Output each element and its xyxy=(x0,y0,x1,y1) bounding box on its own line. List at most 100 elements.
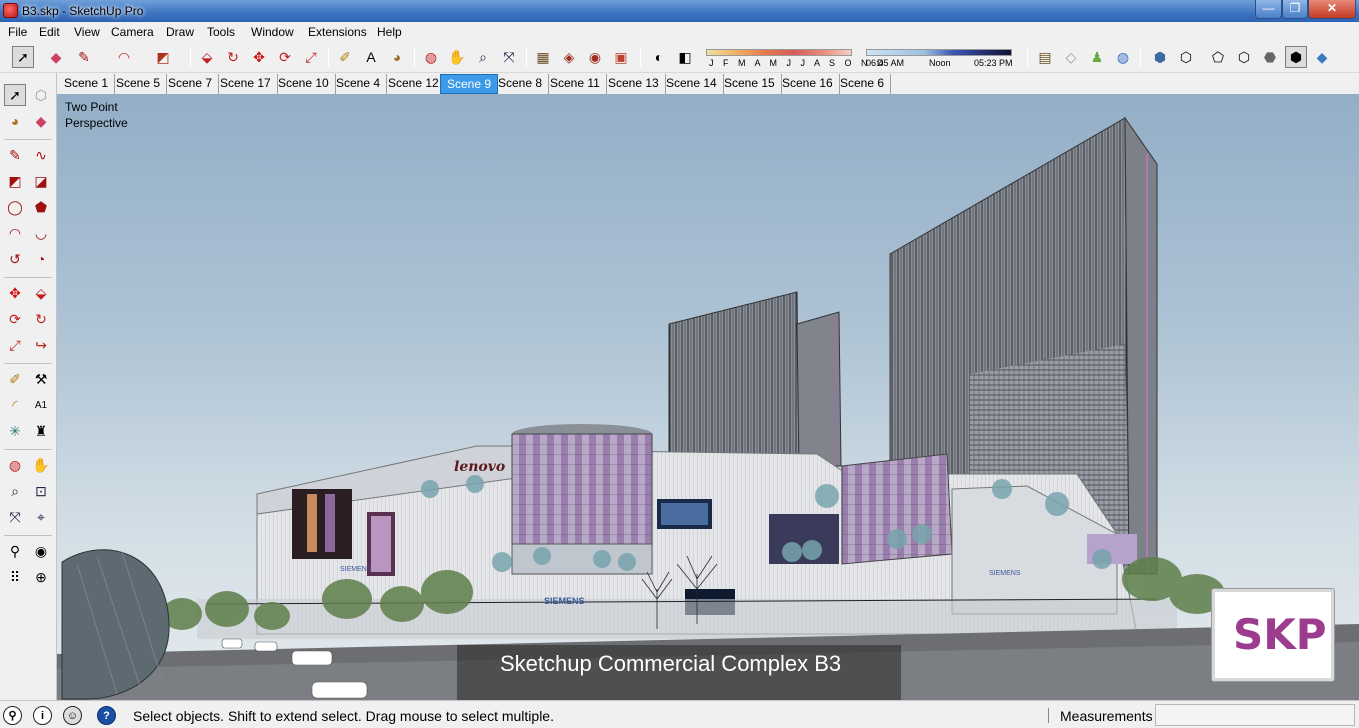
menu-tools[interactable]: Tools xyxy=(207,25,235,39)
look-around-icon[interactable]: ◉ xyxy=(30,540,52,562)
tab-scene-6[interactable]: Scene 6 xyxy=(834,74,892,94)
orbit-icon[interactable]: ◍ xyxy=(420,46,442,68)
menu-draw[interactable]: Draw xyxy=(166,25,194,39)
text-tool-icon[interactable]: A xyxy=(360,46,382,68)
geo-location-icon[interactable]: ⚲ xyxy=(3,706,22,725)
tab-scene-1[interactable]: Scene 1 xyxy=(58,74,116,94)
push-pull-icon[interactable]: ⬙ xyxy=(30,282,52,304)
measurements-input[interactable] xyxy=(1155,704,1355,726)
tape-measure-icon[interactable]: ✐ xyxy=(4,368,26,390)
two-point-arc-icon[interactable]: ◡ xyxy=(30,222,52,244)
pan-icon[interactable]: ✋ xyxy=(30,454,52,476)
previous-view-icon[interactable]: ⌖ xyxy=(30,506,52,528)
line-icon[interactable]: ✎ xyxy=(4,144,26,166)
eraser-icon[interactable]: ◆ xyxy=(45,46,67,68)
zoom-icon[interactable]: ⌕ xyxy=(472,46,494,68)
text-icon[interactable]: A1 xyxy=(30,394,52,416)
tab-scene-17[interactable]: Scene 17 xyxy=(214,74,278,94)
tab-scene-9[interactable]: Scene 9 xyxy=(440,74,499,94)
menu-window[interactable]: Window xyxy=(251,25,294,39)
paint-bucket-icon[interactable]: ◕ xyxy=(386,46,408,68)
zoom-icon[interactable]: ⌕ xyxy=(4,480,26,502)
textured-style-icon[interactable]: ⬢ xyxy=(1285,46,1307,68)
display-shadows-icon[interactable]: ◧ xyxy=(674,46,696,68)
paint-bucket-icon[interactable]: ◕ xyxy=(4,110,26,132)
shadow-date-slider[interactable] xyxy=(706,49,852,56)
move-icon[interactable]: ✥ xyxy=(4,282,26,304)
push-pull-icon[interactable]: ⬙ xyxy=(196,46,218,68)
tab-scene-5[interactable]: Scene 5 xyxy=(110,74,168,94)
walk-footprints-icon[interactable]: ⠿ xyxy=(4,566,26,588)
zoom-extents-icon[interactable]: ⤧ xyxy=(4,506,26,528)
model-viewport[interactable]: lenovo SIEMENS SIEMENS SIEMENS Two Point… xyxy=(57,94,1359,700)
section-plane-icon[interactable]: ⊕ xyxy=(30,566,52,588)
shadow-time-slider[interactable] xyxy=(866,49,1012,56)
select-tool-icon[interactable]: ➚ xyxy=(12,46,34,68)
menu-help[interactable]: Help xyxy=(377,25,402,39)
make-component-icon[interactable]: ⬡ xyxy=(30,84,52,106)
menu-camera[interactable]: Camera xyxy=(111,25,154,39)
tab-scene-14[interactable]: Scene 14 xyxy=(660,74,724,94)
close-button[interactable]: ✕ xyxy=(1308,0,1356,19)
extension-warehouse-icon[interactable]: ▣ xyxy=(610,46,632,68)
zoom-window-icon[interactable]: ⊡ xyxy=(30,480,52,502)
wireframe-style-icon[interactable]: ⬡ xyxy=(1233,46,1255,68)
pan-icon[interactable]: ✋ xyxy=(446,46,468,68)
component-warehouse-icon[interactable]: ◉ xyxy=(584,46,606,68)
tab-scene-16[interactable]: Scene 16 xyxy=(776,74,840,94)
xray-style-icon[interactable]: ⬠ xyxy=(1207,46,1229,68)
select-icon[interactable]: ➚ xyxy=(4,84,26,106)
dimension-icon[interactable]: ⚒ xyxy=(30,368,52,390)
move-icon[interactable]: ✥ xyxy=(248,46,270,68)
section-plane-icon[interactable]: ◇ xyxy=(1060,46,1082,68)
sketchup-app-icon[interactable] xyxy=(3,3,18,18)
help-icon[interactable]: ? xyxy=(97,706,116,725)
tape-measure-icon[interactable]: ✐ xyxy=(334,46,356,68)
arc-icon[interactable]: ◠ xyxy=(4,222,26,244)
three-point-arc-icon[interactable]: ↺ xyxy=(4,248,26,270)
shaded-style-icon[interactable]: ⬣ xyxy=(1259,46,1281,68)
pie-icon[interactable]: ◔ xyxy=(30,248,52,270)
eraser-icon[interactable]: ◆ xyxy=(30,110,52,132)
model-info-icon[interactable]: ▤ xyxy=(1034,46,1056,68)
polygon-icon[interactable]: ⬟ xyxy=(30,196,52,218)
geo-location-icon[interactable]: ◍ xyxy=(1112,46,1134,68)
menu-view[interactable]: View xyxy=(74,25,100,39)
tab-scene-12[interactable]: Scene 12 xyxy=(382,74,446,94)
menu-extensions[interactable]: Extensions xyxy=(308,25,367,39)
scale-icon[interactable]: ⤢ xyxy=(4,334,26,356)
3d-text-icon[interactable]: ♜ xyxy=(30,420,52,442)
shadow-settings-icon[interactable]: ◐ xyxy=(648,46,670,68)
iso-view-icon[interactable]: ⬢ xyxy=(1149,46,1171,68)
follow-me-icon[interactable]: ↻ xyxy=(30,308,52,330)
axes-icon[interactable]: ✳ xyxy=(4,420,26,442)
circle-icon[interactable]: ◯ xyxy=(4,196,26,218)
top-view-icon[interactable]: ⬡ xyxy=(1175,46,1197,68)
follow-me-icon[interactable]: ↻ xyxy=(222,46,244,68)
rectangle-icon[interactable]: ◩ xyxy=(4,170,26,192)
tab-scene-10[interactable]: Scene 10 xyxy=(272,74,336,94)
pencil-line-icon[interactable]: ✎ xyxy=(73,46,95,68)
position-camera-icon[interactable]: ⚲ xyxy=(4,540,26,562)
monochrome-style-icon[interactable]: ◆ xyxy=(1311,46,1333,68)
rotated-rectangle-icon[interactable]: ◪ xyxy=(30,170,52,192)
rectangle-icon[interactable]: ◩ xyxy=(152,46,174,68)
scale-icon[interactable]: ⤢ xyxy=(300,46,322,68)
walk-icon[interactable]: ♟ xyxy=(1086,46,1108,68)
tab-scene-13[interactable]: Scene 13 xyxy=(602,74,666,94)
share-model-icon[interactable]: ◈ xyxy=(558,46,580,68)
tab-scene-7[interactable]: Scene 7 xyxy=(162,74,220,94)
maximize-button[interactable]: ❐ xyxy=(1282,0,1308,19)
menu-file[interactable]: File xyxy=(8,25,27,39)
rotate-icon[interactable]: ⟳ xyxy=(4,308,26,330)
tab-scene-15[interactable]: Scene 15 xyxy=(718,74,782,94)
orbit-icon[interactable]: ◍ xyxy=(4,454,26,476)
freehand-icon[interactable]: ∿ xyxy=(30,144,52,166)
minimize-button[interactable]: — xyxy=(1255,0,1282,19)
zoom-extents-icon[interactable]: ⤧ xyxy=(498,46,520,68)
menu-edit[interactable]: Edit xyxy=(39,25,60,39)
arc-icon[interactable]: ◠ xyxy=(113,46,135,68)
user-account-icon[interactable]: ☺ xyxy=(63,706,82,725)
tab-scene-11[interactable]: Scene 11 xyxy=(544,74,607,94)
offset-icon[interactable]: ↪ xyxy=(30,334,52,356)
